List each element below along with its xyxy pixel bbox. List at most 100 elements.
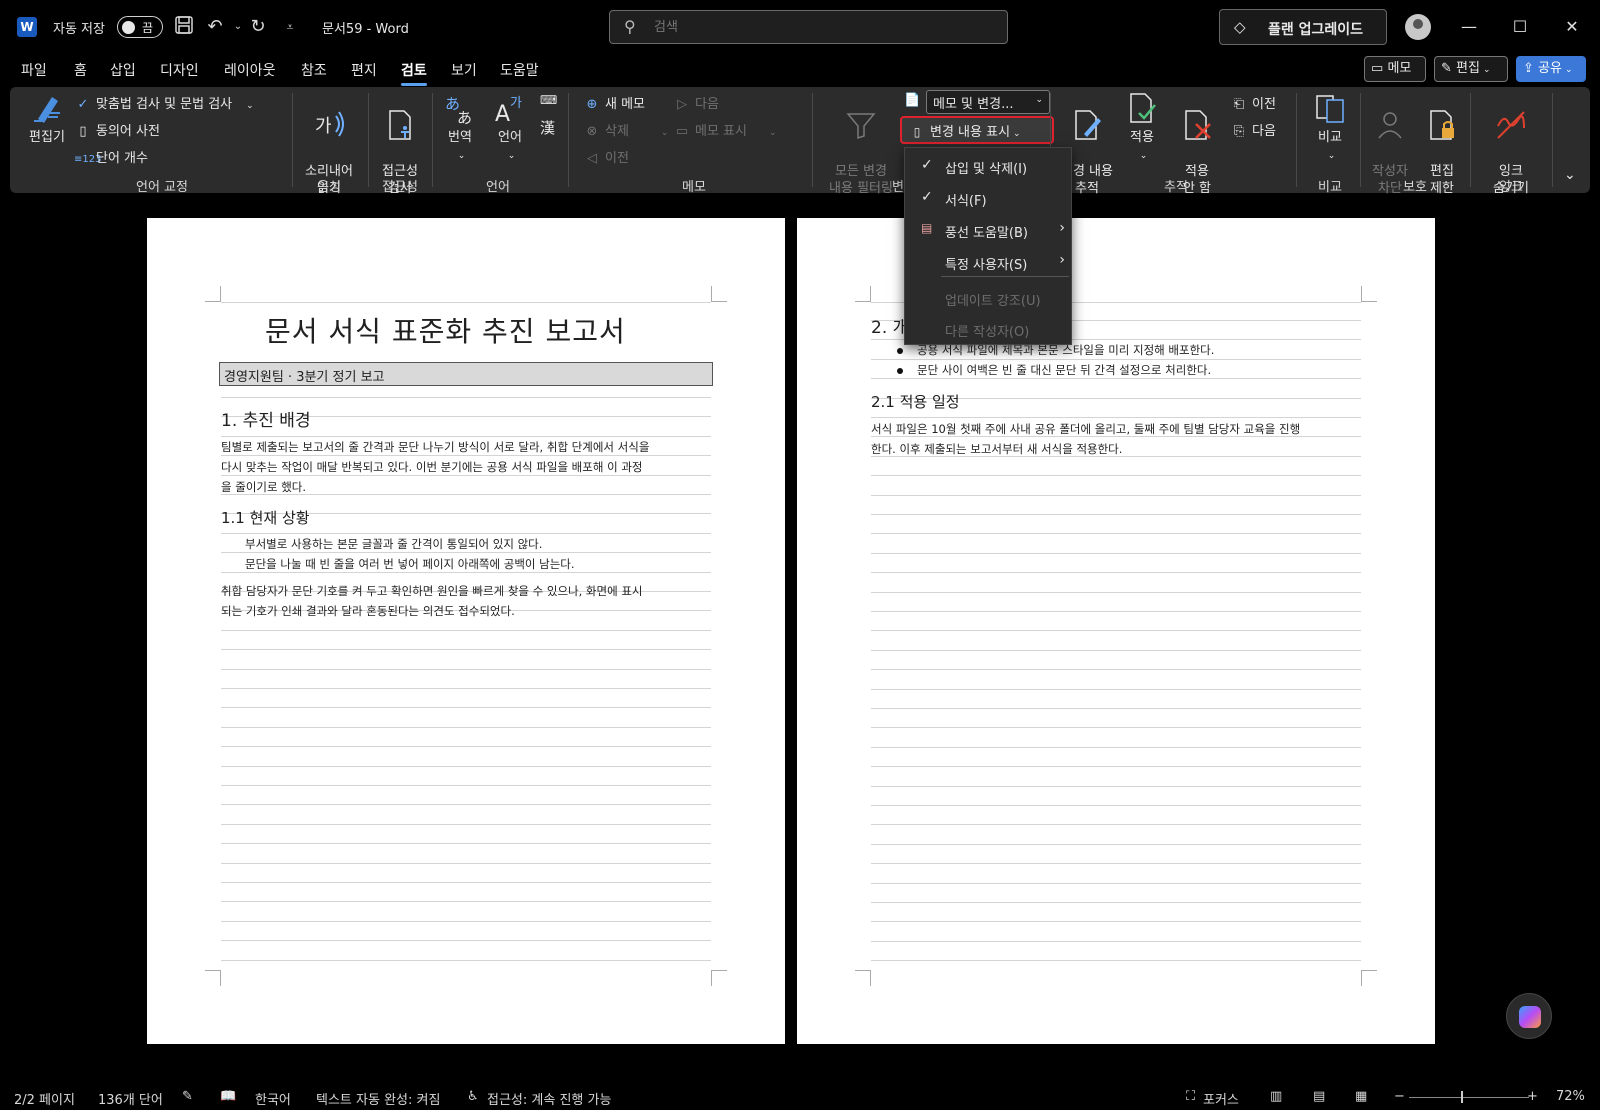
tab-insert[interactable]: 삽입 [110,60,136,80]
display-for-review-dropdown[interactable]: 메모 및 변경... ⌄ [926,90,1050,114]
group-separator [368,93,369,187]
menu-item-highlight-updates[interactable]: 업데이트 강조(U) [905,283,1071,313]
editing-mode-button[interactable]: ✎ 편집 ⌄ [1434,56,1508,82]
tab-home[interactable]: 홈 [74,60,87,80]
margin-corner [205,286,221,302]
ruled-line [221,688,711,689]
previous-change-button[interactable]: ⎗ 이전 [1230,93,1276,112]
ruled-line [221,824,711,825]
tab-layout[interactable]: 레이아웃 [224,60,276,80]
group-language-label: 언어 [486,180,510,195]
ruled-line [221,707,711,708]
redo-icon[interactable]: ↻ [246,15,270,39]
delete-comment-button[interactable]: ⊗ 삭제 ⌄ [583,120,669,139]
show-comments-button[interactable]: ▭ 메모 표시 ⌄ [673,120,777,139]
zoom-out-icon[interactable]: − [1394,1089,1405,1104]
tab-view[interactable]: 보기 [451,60,477,80]
maximize-icon[interactable]: ☐ [1507,14,1533,40]
ruled-line [871,766,1361,767]
menu-item-other-authors[interactable]: 다른 작성자(O) [905,314,1071,344]
share-button[interactable]: ⇪ 공유 ⌄ [1516,56,1586,82]
bullet [897,368,903,374]
translate-button[interactable]: ああ 번역 ⌄ [438,91,482,165]
zoom-in-icon[interactable]: + [1527,1089,1538,1104]
ruled-line [221,901,711,902]
accept-button[interactable]: 적용 ⌄ [1120,91,1164,165]
paragraph-line: 한다. 이후 제출되는 보고서부터 새 서식을 적용한다. [871,442,1123,456]
zoom-slider[interactable] [1409,1097,1529,1098]
paragraph-line: 팀별로 제출되는 보고서의 줄 간격과 문단 나누기 방식이 서로 달라, 취합… [221,440,650,454]
ruled-line [221,863,711,864]
search-input[interactable] [654,17,984,37]
language-button[interactable]: A가 언어 ⌄ [488,91,532,165]
next-comment-button[interactable]: ▷ 다음 [673,93,719,112]
diamond-icon: ◇ [1234,18,1246,36]
tab-help[interactable]: 도움말 [500,60,539,80]
word-count[interactable]: 136개 단어 [98,1089,163,1108]
show-markup-button[interactable]: ▯ 변경 내용 표시 ⌄ [900,116,1054,144]
show-comments-icon: ▭ [675,124,689,139]
page-indicator[interactable]: 2/2 페이지 [14,1089,75,1108]
ruled-line [871,611,1361,612]
editor-button[interactable]: 편집기 [24,91,70,146]
customize-qat-icon[interactable]: ⩡ [278,15,302,39]
focus-icon[interactable]: ⛶ [1186,1089,1195,1104]
tab-design[interactable]: 디자인 [160,60,199,80]
print-layout-icon[interactable]: ▤ [1313,1089,1325,1104]
tab-mailings[interactable]: 편지 [351,60,377,80]
document-page-1[interactable]: 문서 서식 표준화 추진 보고서 경영지원팀 · 3분기 정기 보고 1. 추진… [147,218,785,1044]
comments-button[interactable]: ▭ 메모 [1364,56,1426,82]
group-speech-label: 음성 [317,180,341,195]
avatar[interactable] [1405,14,1431,40]
focus-label[interactable]: 포커스 [1203,1089,1239,1108]
menu-item-specific-people[interactable]: 특정 사용자(S) › [905,247,1071,277]
compare-button[interactable]: 비교 ⌄ [1306,91,1354,165]
book-icon[interactable]: 📖 [220,1089,236,1104]
upgrade-plan-button[interactable]: ◇ 플랜 업그레이드 [1219,9,1387,45]
thesaurus-button[interactable]: ▯ 동의어 사전 [74,120,160,139]
next-change-button[interactable]: ⎘ 다음 [1230,120,1276,139]
search-box[interactable]: ⚲ [609,10,1008,44]
word-count-button[interactable]: ≡123단어 개수 [74,147,148,166]
copilot-button[interactable] [1506,993,1552,1039]
menu-item-balloons[interactable]: ▤ 풍선 도움말(B) › [905,215,1071,245]
tab-file[interactable]: 파일 [21,60,47,80]
hanja-icon[interactable]: 漢 [540,117,555,138]
svg-text:A: A [495,102,510,125]
close-icon[interactable]: ✕ [1559,14,1585,40]
menu-item-insertions-deletions[interactable]: ✓ 삽입 및 삭제(I) [905,151,1071,181]
read-mode-icon[interactable]: ▥ [1270,1089,1282,1104]
ribbon-review: 편집기 ✓ 맞춤법 검사 및 문법 검사 ⌄ ▯ 동의어 사전 ≡123단어 개수 언… [10,87,1590,196]
new-comment-button[interactable]: ⊕ 새 메모 [583,93,645,112]
zoom-slider-thumb[interactable] [1461,1091,1463,1103]
accessibility-status-icon[interactable]: ♿ [467,1089,479,1104]
ruled-line [871,417,1361,418]
spelling-grammar-button[interactable]: ✓ 맞춤법 검사 및 문법 검사 ⌄ [74,93,254,112]
menu-item-formatting[interactable]: ✓ 서식(F) [905,183,1071,213]
tab-review[interactable]: 검토 [401,60,427,86]
display-for-review-label: 메모 및 변경... [933,97,1014,112]
chevron-down-icon: ⌄ [768,128,777,138]
web-layout-icon[interactable]: ▦ [1355,1089,1367,1104]
proofing-icon[interactable]: ✎ [182,1089,193,1104]
accessibility-icon [389,110,411,140]
markup-view-icon: 📄 [904,93,921,108]
save-icon[interactable] [172,15,196,39]
autosave-toggle[interactable]: 끔 [117,16,163,38]
accessibility-status[interactable]: 접근성: 계속 진행 가능 [487,1089,611,1108]
ruled-line [221,727,711,728]
copilot-icon [1519,1006,1541,1028]
filter-all-label: 모든 변경 내용 필터링 [829,164,893,196]
tab-references[interactable]: 참조 [301,60,327,80]
collapse-ribbon-icon[interactable]: ⌄ [1564,167,1576,183]
ruled-line [221,746,711,747]
undo-icon[interactable]: ↶ [203,15,227,39]
language-indicator[interactable]: 한국어 [255,1089,291,1108]
minimize-icon[interactable]: — [1456,14,1482,40]
document-page-2[interactable]: 2. 개 공용 서식 파일에 제목과 본문 스타일을 미리 지정해 배포한다. … [797,218,1435,1044]
zoom-level[interactable]: 72% [1556,1089,1585,1104]
previous-comment-button[interactable]: ◁ 이전 [583,147,629,166]
keyboard-icon[interactable]: ⌨ [540,93,557,107]
ruled-line [871,630,1361,631]
text-predictions-status[interactable]: 텍스트 자동 완성: 켜짐 [316,1089,440,1108]
